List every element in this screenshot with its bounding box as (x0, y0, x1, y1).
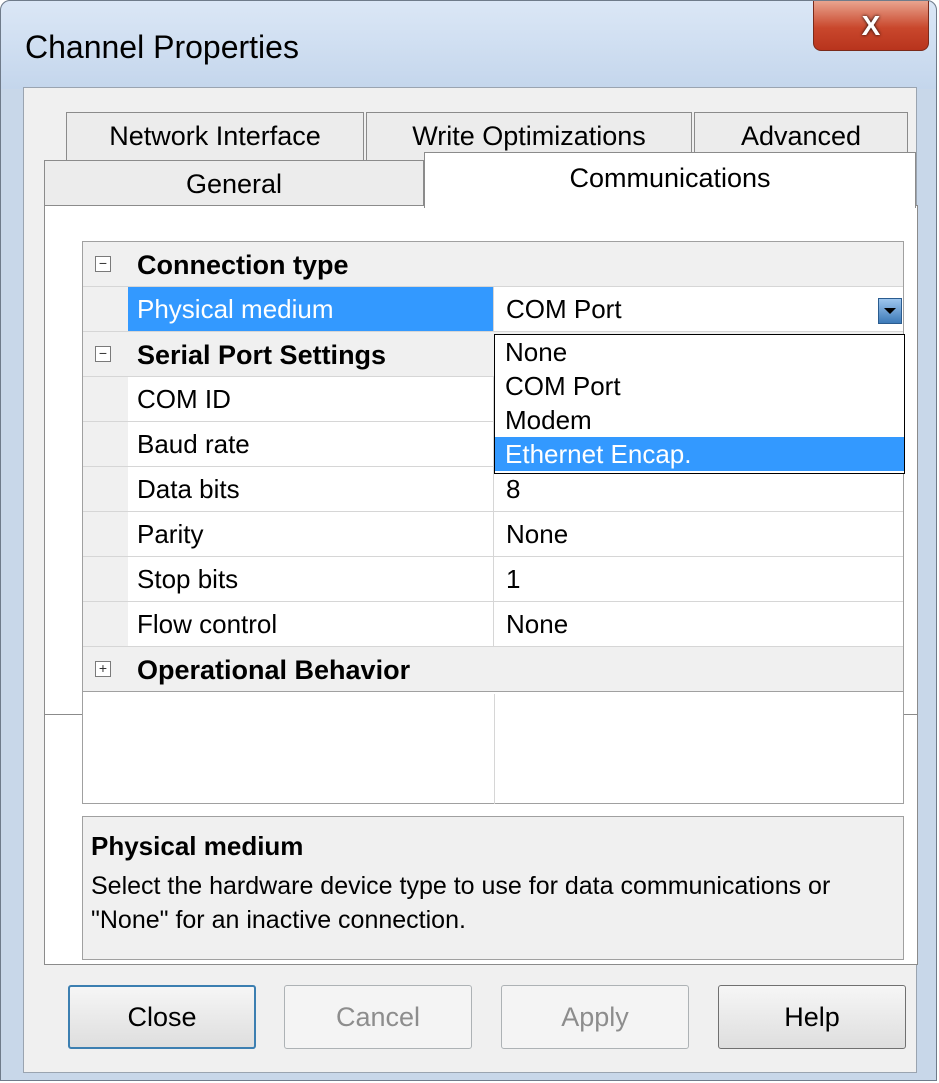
row-gutter (83, 377, 128, 421)
close-button[interactable]: Close (68, 985, 256, 1049)
row-gutter (83, 422, 128, 466)
dropdown-option-none[interactable]: None (495, 335, 904, 369)
property-name[interactable]: Flow control (128, 602, 494, 646)
description-title: Physical medium (91, 831, 304, 861)
window-title: Channel Properties (25, 29, 299, 65)
dropdown-option-com-port[interactable]: COM Port (495, 369, 904, 403)
close-icon: X (861, 9, 881, 41)
expand-icon[interactable]: + (95, 661, 111, 677)
button-label: Cancel (335, 1001, 421, 1032)
close-window-button[interactable]: X (813, 1, 929, 51)
category-label: Connection type (137, 250, 349, 280)
button-label: Close (127, 1001, 197, 1032)
row-gutter (83, 467, 128, 511)
physical-medium-dropdown-list: None COM Port Modem Ethernet Encap. (494, 334, 905, 474)
dropdown-option-ethernet-encap[interactable]: Ethernet Encap. (495, 437, 904, 471)
property-name[interactable]: COM ID (128, 377, 494, 421)
property-description-panel: Physical medium Select the hardware devi… (82, 816, 904, 960)
collapse-icon[interactable]: − (95, 346, 111, 362)
category-operational-behavior[interactable]: + Operational Behavior (83, 647, 903, 692)
property-name[interactable]: Data bits (128, 467, 494, 511)
grid-empty-area (83, 694, 903, 804)
property-name[interactable]: Parity (128, 512, 494, 556)
cancel-button[interactable]: Cancel (284, 985, 472, 1049)
button-label: Help (784, 1001, 840, 1032)
collapse-icon[interactable]: − (95, 256, 111, 272)
button-label: Apply (561, 1001, 629, 1032)
help-button[interactable]: Help (718, 985, 906, 1049)
row-gutter (83, 602, 128, 646)
property-value-combobox[interactable]: COM Port (494, 287, 904, 331)
chevron-down-icon[interactable] (878, 298, 902, 324)
category-label: Operational Behavior (137, 655, 411, 685)
description-text: Select the hardware device type to use f… (91, 872, 831, 934)
tab-label: Advanced (740, 121, 862, 151)
dropdown-option-modem[interactable]: Modem (495, 403, 904, 437)
title-bar[interactable]: Channel Properties X (1, 1, 936, 89)
property-value[interactable]: None (494, 512, 904, 556)
category-label: Serial Port Settings (137, 340, 387, 370)
row-gutter (83, 287, 128, 331)
tab-label: Communications (569, 163, 771, 193)
combobox-value: COM Port (506, 294, 622, 324)
property-name[interactable]: Physical medium (128, 287, 494, 331)
property-grid: − Connection type Physical medium COM Po… (82, 241, 904, 804)
category-connection-type[interactable]: − Connection type (83, 242, 903, 287)
column-divider[interactable] (494, 694, 495, 804)
property-name[interactable]: Stop bits (128, 557, 494, 601)
row-parity[interactable]: Parity None (83, 512, 903, 557)
row-gutter (83, 557, 128, 601)
tab-communications[interactable]: Communications (424, 152, 916, 208)
apply-button[interactable]: Apply (501, 985, 689, 1049)
property-name[interactable]: Baud rate (128, 422, 494, 466)
tab-general[interactable]: General (44, 160, 424, 208)
tab-label: General (185, 169, 283, 199)
tab-network-interface[interactable]: Network Interface (66, 112, 364, 160)
tab-label: Network Interface (109, 121, 321, 151)
row-flow-control[interactable]: Flow control None (83, 602, 903, 647)
property-value[interactable]: None (494, 602, 904, 646)
tab-label: Write Optimizations (412, 121, 646, 151)
row-gutter (83, 512, 128, 556)
row-physical-medium[interactable]: Physical medium COM Port (83, 287, 903, 332)
property-value[interactable]: 1 (494, 557, 904, 601)
row-stop-bits[interactable]: Stop bits 1 (83, 557, 903, 602)
